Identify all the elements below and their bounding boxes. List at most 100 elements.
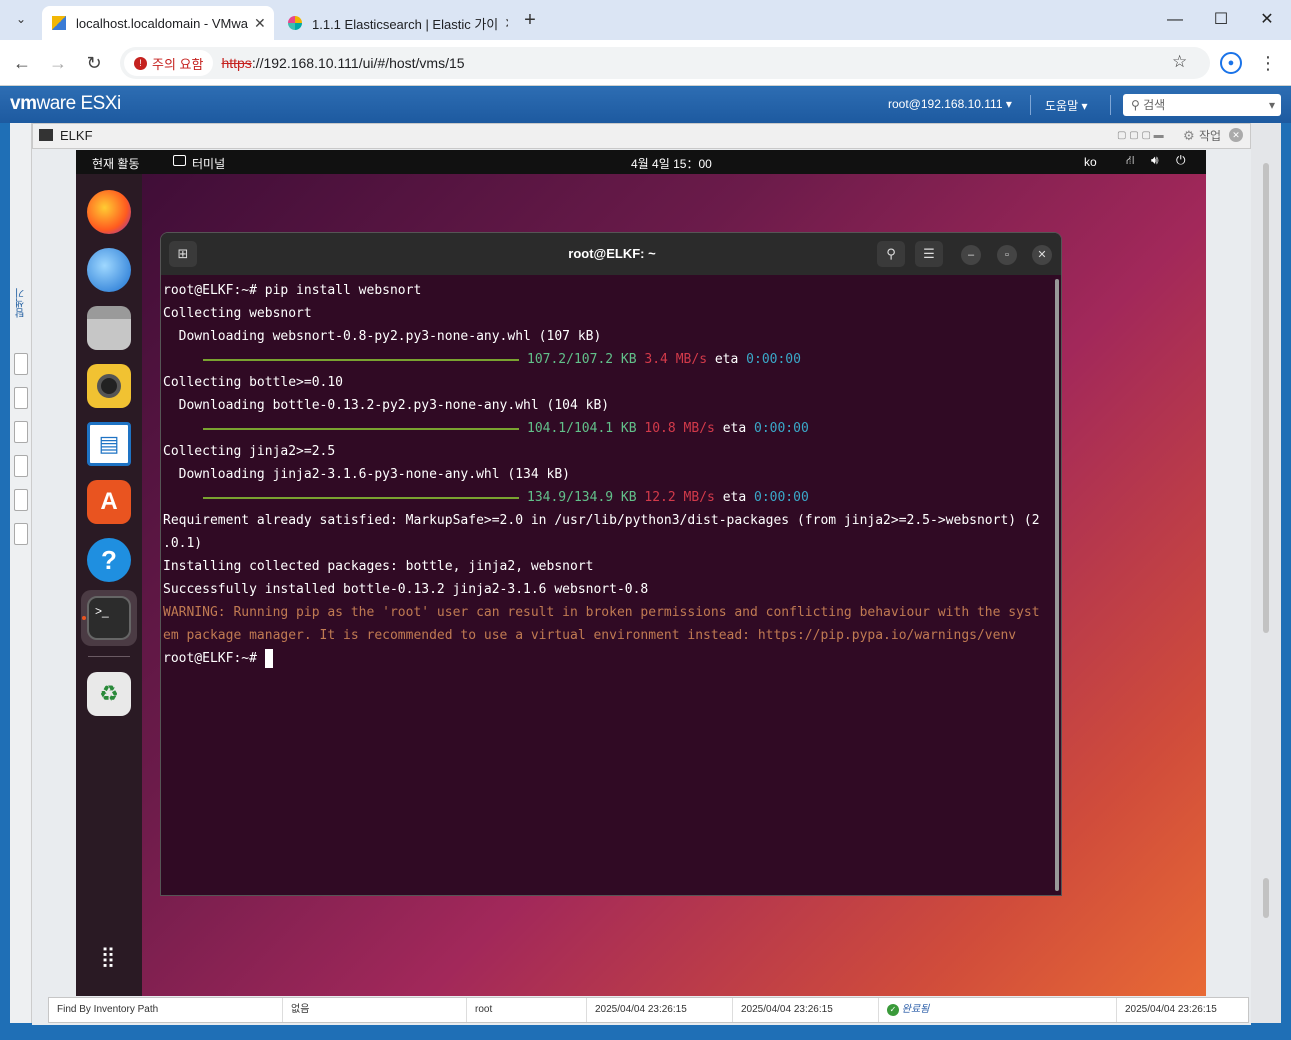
writer-icon[interactable]: ▤ bbox=[87, 422, 131, 466]
files-icon[interactable] bbox=[87, 306, 131, 350]
navigator-label: 탐색기 bbox=[16, 288, 27, 318]
side-icon-1[interactable] bbox=[14, 353, 28, 375]
console-titlebar: ELKF ▢ ▢ ▢ ▬ ⚙ 작업 ✕ bbox=[32, 123, 1251, 149]
task-cell: 2025/04/04 23:26:15 bbox=[1125, 1004, 1217, 1015]
reload-icon[interactable]: ↻ bbox=[82, 51, 106, 75]
esxi-header: vmware ESXi root@192.168.10.111 ▾ 도움말 ▾ … bbox=[0, 87, 1291, 123]
browser-menu-icon[interactable]: ⋮ bbox=[1256, 51, 1280, 75]
search-icon: ⚲ bbox=[1131, 98, 1140, 112]
side-icon-4[interactable] bbox=[14, 455, 28, 477]
esxi-search-input[interactable]: ⚲ 검색 ▾ bbox=[1123, 94, 1281, 116]
minimize-icon[interactable]: – bbox=[961, 245, 981, 265]
security-warning-chip[interactable]: ! 주의 요함 bbox=[124, 50, 214, 76]
progress-line: 104.1/104.1 KB 10.8 MB/s eta 0:00:00 bbox=[163, 417, 1053, 440]
url-text[interactable]: https://192.168.10.111/ui/#/host/vms/15 bbox=[221, 55, 464, 71]
task-cell: 2025/04/04 23:26:15 bbox=[587, 998, 733, 1022]
app-center-icon[interactable]: A bbox=[87, 480, 131, 524]
terminal-line: Downloading jinja2-3.1.6-py3-none-any.wh… bbox=[163, 467, 570, 482]
vm-screen[interactable]: 현재 활동 터미널 4월 4일 15：00 ko ⛙ 🔊︎ ⏻ ▤ A ? >_ bbox=[76, 150, 1206, 996]
network-icon[interactable]: ⛙ bbox=[1126, 153, 1134, 169]
close-tab-icon[interactable]: ✕ bbox=[498, 15, 508, 32]
scrollbar[interactable] bbox=[1263, 163, 1269, 633]
forward-icon[interactable]: → bbox=[46, 51, 70, 75]
omnibox[interactable]: ! 주의 요함 https://192.168.10.111/ui/#/host… bbox=[120, 47, 1210, 79]
vm-console-window: ELKF ▢ ▢ ▢ ▬ ⚙ 작업 ✕ 현재 활동 터미널 4월 4일 15：0… bbox=[32, 123, 1251, 1025]
trash-icon[interactable]: ♻ bbox=[87, 672, 131, 716]
task-status-cell: ✓ 완료됨 bbox=[879, 998, 1117, 1022]
search-icon[interactable]: ⚲ bbox=[877, 241, 905, 267]
terminal-output[interactable]: root@ELKF:~# pip install websnort Collec… bbox=[161, 275, 1055, 895]
bookmark-star-icon[interactable]: ☆ bbox=[1172, 52, 1187, 72]
close-window-icon[interactable]: ✕ bbox=[1252, 8, 1282, 32]
task-cell: 2025/04/04 23:26:15 bbox=[733, 998, 879, 1022]
recent-tasks-row[interactable]: Find By Inventory Path 없음 root 2025/04/0… bbox=[48, 997, 1249, 1023]
close-icon[interactable]: ✕ bbox=[1032, 245, 1052, 265]
dock-separator bbox=[88, 656, 130, 657]
progress-bar bbox=[203, 496, 519, 499]
task-cell: 없음 bbox=[283, 998, 467, 1022]
scrollbar[interactable] bbox=[1263, 878, 1269, 918]
security-label: 주의 요함 bbox=[152, 56, 204, 72]
url-path: ://192.168.10.111/ui/#/host/vms/15 bbox=[251, 55, 465, 71]
side-icon-5[interactable] bbox=[14, 489, 28, 511]
back-icon[interactable]: ← bbox=[10, 51, 34, 75]
help-menu[interactable]: 도움말 ▾ bbox=[1045, 97, 1087, 114]
firefox-icon[interactable] bbox=[87, 190, 131, 234]
right-panel-strip bbox=[1251, 123, 1281, 1023]
warning-icon: ! bbox=[134, 56, 147, 70]
maximize-icon[interactable]: ▫ bbox=[997, 245, 1017, 265]
url-scheme: https bbox=[221, 55, 252, 71]
tab-vmware[interactable]: localhost.localdomain - VMwa ✕ bbox=[42, 6, 274, 40]
user-menu[interactable]: root@192.168.10.111 ▾ bbox=[888, 97, 1012, 111]
terminal-line: root@ELKF:~# pip install websnort bbox=[163, 283, 422, 298]
tab-elastic[interactable]: 1.1.1 Elasticsearch | Elastic 가이 ✕ bbox=[278, 6, 508, 40]
app-menu[interactable]: 터미널 bbox=[192, 155, 225, 172]
rhythmbox-icon[interactable] bbox=[87, 364, 131, 408]
help-icon[interactable]: ? bbox=[87, 538, 131, 582]
close-tab-icon[interactable]: ✕ bbox=[247, 14, 266, 32]
tab-title: localhost.localdomain - VMwa bbox=[76, 15, 248, 31]
terminal-icon[interactable]: >_ bbox=[87, 596, 131, 640]
language-indicator[interactable]: ko bbox=[1084, 155, 1097, 169]
side-icon-3[interactable] bbox=[14, 421, 28, 443]
console-icon bbox=[39, 129, 53, 141]
power-icon[interactable]: ⏻ bbox=[1176, 153, 1186, 168]
header-divider bbox=[1110, 95, 1111, 115]
terminal-line: Successfully installed bottle-0.13.2 jin… bbox=[163, 582, 649, 597]
progress-bar bbox=[203, 358, 519, 361]
thunderbird-icon[interactable] bbox=[87, 248, 131, 292]
prompt-line: root@ELKF:~# bbox=[163, 647, 1053, 670]
terminal-line: Requirement already satisfied: MarkupSaf… bbox=[163, 513, 1040, 528]
task-cell: root bbox=[467, 998, 587, 1022]
running-indicator bbox=[82, 616, 86, 620]
vmware-favicon-icon bbox=[52, 16, 66, 30]
show-apps-icon[interactable]: ⣿ bbox=[87, 934, 131, 978]
profile-icon[interactable]: ● bbox=[1220, 52, 1242, 74]
hamburger-menu-icon[interactable]: ☰ bbox=[915, 241, 943, 267]
actions-menu[interactable]: 작업 bbox=[1199, 124, 1221, 148]
desktop-background: ▤ A ? >_ ♻ ⣿ ⊞ root@ELKF: ~ ⚲ ☰ – ▫ ✕ ro… bbox=[76, 174, 1206, 996]
check-icon: ✓ bbox=[887, 1004, 899, 1016]
tab-title: 1.1.1 Elasticsearch | Elastic 가이 bbox=[312, 16, 499, 32]
maximize-window-icon[interactable]: ☐ bbox=[1206, 8, 1236, 32]
minimize-window-icon[interactable]: — bbox=[1160, 8, 1190, 32]
progress-bar bbox=[203, 427, 519, 430]
vmware-esxi-logo: vmware ESXi bbox=[10, 93, 121, 114]
tab-search-button[interactable]: ⌄ bbox=[10, 8, 32, 30]
terminal-line: Downloading bottle-0.13.2-py2.py3-none-a… bbox=[163, 398, 610, 413]
terminal-window[interactable]: ⊞ root@ELKF: ~ ⚲ ☰ – ▫ ✕ root@ELKF:~# pi… bbox=[160, 232, 1062, 896]
console-toolbar-icons[interactable]: ▢ ▢ ▢ ▬ bbox=[1117, 124, 1164, 148]
new-tab-button[interactable]: + bbox=[518, 8, 542, 32]
navigator-sidebar-collapsed[interactable]: 탐색기 bbox=[10, 123, 32, 1023]
terminal-scrollbar[interactable] bbox=[1055, 279, 1059, 891]
terminal-line: Installing collected packages: bottle, j… bbox=[163, 559, 594, 574]
volume-icon[interactable]: 🔊︎ bbox=[1151, 153, 1159, 168]
warning-line: WARNING: Running pip as the 'root' user … bbox=[163, 605, 1040, 620]
side-icon-6[interactable] bbox=[14, 523, 28, 545]
side-icon-2[interactable] bbox=[14, 387, 28, 409]
gear-icon[interactable]: ⚙ bbox=[1183, 124, 1195, 148]
address-bar-row: ← → ↻ ! 주의 요함 https://192.168.10.111/ui/… bbox=[0, 40, 1291, 86]
close-console-icon[interactable]: ✕ bbox=[1229, 128, 1243, 142]
clock[interactable]: 4월 4일 15：00 bbox=[631, 155, 712, 172]
activities-button[interactable]: 현재 활동 bbox=[92, 155, 140, 172]
